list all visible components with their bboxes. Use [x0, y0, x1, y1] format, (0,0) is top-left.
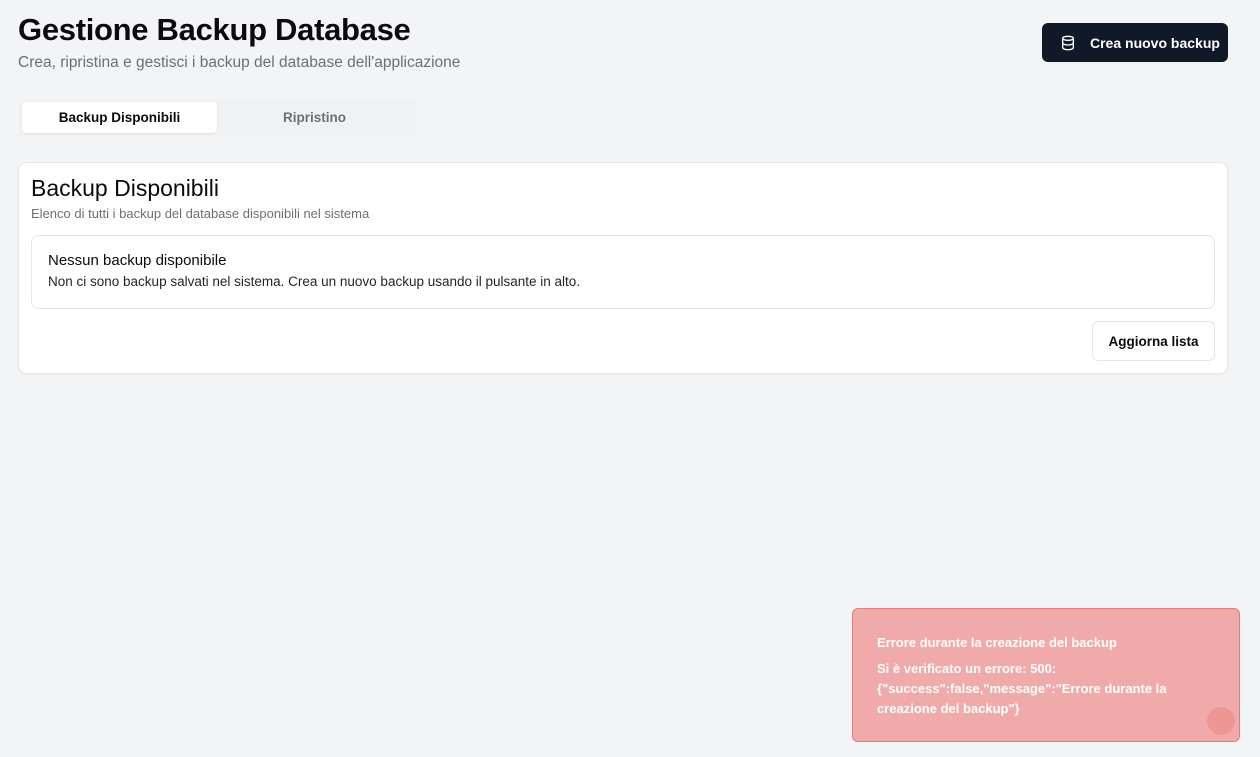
backup-management-page: Gestione Backup Database Crea, ripristin…	[0, 0, 1260, 757]
page-subtitle: Crea, ripristina e gestisci i backup del…	[18, 54, 461, 71]
toast-message: Si è verificato un errore: 500: {"succes…	[877, 661, 1167, 716]
toast-title: Errore durante la creazione del backup	[877, 635, 1117, 650]
tabs: Backup Disponibili Ripristino	[18, 98, 416, 137]
refresh-list-button[interactable]: Aggiorna lista	[1092, 321, 1215, 361]
tab-backup-disponibili[interactable]: Backup Disponibili	[22, 102, 217, 133]
card-title: Backup Disponibili	[31, 175, 219, 201]
empty-state-title: Nessun backup disponibile	[48, 252, 227, 269]
empty-state-text: Non ci sono backup salvati nel sistema. …	[48, 274, 581, 289]
backup-list-card: Backup Disponibili Elenco di tutti i bac…	[18, 162, 1228, 374]
page-title: Gestione Backup Database	[18, 12, 411, 47]
toast-close-button[interactable]	[1207, 707, 1235, 735]
tab-ripristino[interactable]: Ripristino	[217, 102, 412, 133]
card-description: Elenco di tutti i backup del database di…	[31, 206, 370, 221]
create-backup-button[interactable]: Crea nuovo backup	[1042, 23, 1228, 62]
create-backup-label: Crea nuovo backup	[1090, 34, 1220, 51]
error-toast: Errore durante la creazione del backup S…	[852, 608, 1240, 742]
database-icon	[1060, 35, 1076, 51]
empty-state: Nessun backup disponibile Non ci sono ba…	[31, 235, 1215, 309]
